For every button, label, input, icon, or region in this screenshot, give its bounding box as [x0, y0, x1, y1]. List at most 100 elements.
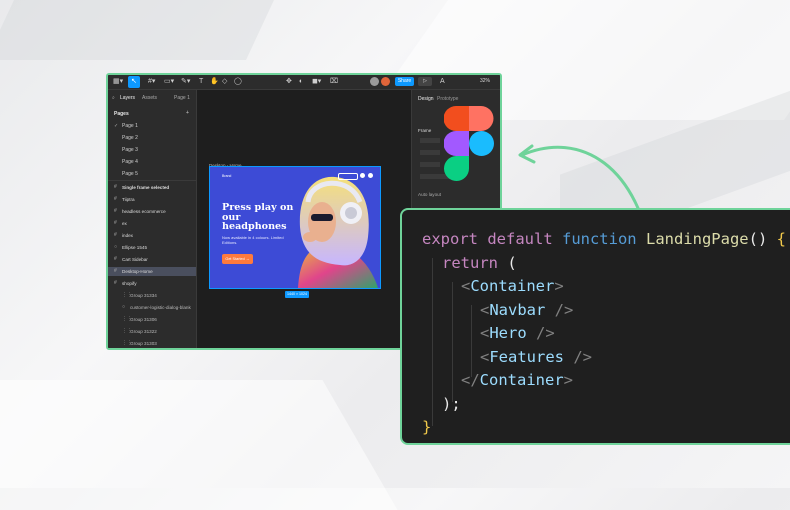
- indent-guide: [432, 258, 433, 426]
- code-line: }: [422, 418, 432, 436]
- layer-label: Tiiptra: [122, 197, 135, 202]
- code-editor: export default function LandingPage() { …: [400, 208, 790, 445]
- code-line: <Navbar />: [480, 301, 574, 319]
- hero-cta-button: Get Started →: [222, 254, 253, 264]
- page-item[interactable]: Page 5: [122, 171, 138, 177]
- hand-tool-icon[interactable]: ✋: [210, 78, 219, 86]
- tab-prototype[interactable]: Prototype: [437, 96, 458, 102]
- layer-item-selected[interactable]: # Desktop-Home: [108, 267, 196, 276]
- crop-icon[interactable]: ⌧: [330, 78, 338, 86]
- layer-item[interactable]: ⋮⋮ Group 31322: [108, 327, 196, 336]
- boolean-icon[interactable]: ◼▾: [312, 78, 321, 86]
- layer-item[interactable]: # Tiiptra: [108, 195, 196, 204]
- desktop-home-frame[interactable]: Brand Press play on our headphones Now a…: [209, 166, 381, 289]
- indent-guide: [471, 305, 472, 377]
- layer-item[interactable]: ○ Ellipse 1545: [108, 243, 196, 252]
- avatar[interactable]: [370, 77, 379, 86]
- layer-item[interactable]: ○ customer-logistic-dialog-blank: [108, 303, 196, 312]
- component-set-icon[interactable]: ✥: [286, 78, 292, 86]
- layer-item[interactable]: ⋮⋮ Group 31334: [108, 291, 196, 300]
- present-button[interactable]: ▷: [418, 77, 432, 86]
- frame-icon: #: [114, 256, 117, 262]
- frame-icon: #: [114, 280, 117, 286]
- layer-label: Group 31306: [130, 317, 157, 322]
- frame-icon: #: [114, 220, 117, 226]
- ellipse-icon: ○: [122, 304, 126, 310]
- code-line: </Container>: [461, 371, 574, 389]
- layer-label: Desktop-Home: [122, 269, 153, 274]
- bg-shard: [0, 0, 274, 60]
- pen-tool-icon[interactable]: ✎▾: [181, 78, 190, 86]
- pages-header: Pages: [114, 111, 129, 117]
- frame-icon: #: [114, 184, 117, 190]
- contrast-icon[interactable]: ◐: [299, 78, 303, 86]
- layer-label: headless ecommerce: [122, 209, 166, 214]
- x-field[interactable]: [420, 138, 440, 143]
- frame-tool-icon[interactable]: #▾: [148, 78, 155, 86]
- user-icon: [368, 173, 373, 178]
- layer-label: ex: [122, 221, 127, 226]
- layer-label: Group 31303: [130, 341, 157, 346]
- component-icon[interactable]: ◇: [222, 78, 227, 86]
- add-page-icon[interactable]: +: [186, 110, 189, 116]
- page-item[interactable]: Page 4: [122, 159, 138, 165]
- page-item[interactable]: Page 1: [122, 123, 138, 129]
- bg-shard: [0, 380, 398, 510]
- font-icon[interactable]: A: [440, 78, 445, 86]
- layer-item[interactable]: ⋮⋮ Group 31303: [108, 339, 196, 348]
- divider: [108, 180, 196, 181]
- zoom-level[interactable]: 32%: [480, 78, 490, 84]
- page-item[interactable]: Page 2: [122, 135, 138, 141]
- page-selector[interactable]: Page 1: [174, 95, 190, 101]
- layer-label: customer-logistic-dialog-blank: [130, 305, 191, 310]
- code-line: return (: [442, 254, 517, 272]
- layer-item[interactable]: ⋮⋮ Group 31306: [108, 315, 196, 324]
- layer-item[interactable]: # shopify: [108, 279, 196, 288]
- indent-guide: [452, 282, 453, 402]
- code-line: export default function LandingPage() {: [422, 230, 786, 248]
- hero-nav-button: [338, 173, 358, 180]
- layer-item[interactable]: # index: [108, 231, 196, 240]
- search-icon[interactable]: ⌕: [112, 95, 115, 101]
- w-field[interactable]: [420, 150, 440, 155]
- code-line: <Hero />: [480, 324, 555, 342]
- frame-icon: #: [114, 208, 117, 214]
- shape-tool-icon[interactable]: ▭▾: [164, 78, 174, 86]
- layer-item[interactable]: # Cart Sidebar: [108, 255, 196, 264]
- layer-label: index: [122, 233, 133, 238]
- avatar[interactable]: [381, 77, 390, 86]
- tab-design[interactable]: Design: [418, 96, 434, 102]
- layer-label: Cart Sidebar: [122, 257, 148, 262]
- figma-menu-icon[interactable]: ▦▾: [113, 78, 123, 86]
- cart-icon: [360, 173, 365, 178]
- hero-subtitle: Now available in 4 colours. Limited Edit…: [222, 235, 284, 245]
- comment-icon[interactable]: ◯: [234, 78, 242, 86]
- cursor-icon: ↖: [131, 78, 137, 85]
- layers-panel: ⌕ Layers Assets Page 1 Pages + ✓ Page 1 …: [108, 90, 197, 348]
- figma-logo-icon: [444, 106, 494, 181]
- text-tool-icon[interactable]: T: [199, 78, 203, 86]
- layer-item[interactable]: # Single frame selected: [108, 183, 196, 192]
- auto-layout-label: Auto layout: [418, 192, 441, 197]
- check-icon: ✓: [114, 123, 119, 129]
- play-icon: ▷: [423, 78, 427, 84]
- code-line: );: [442, 395, 461, 413]
- layer-label: Ellipse 1545: [122, 245, 148, 250]
- frame-section-label: Frame: [418, 128, 432, 133]
- tab-layers[interactable]: Layers: [120, 95, 135, 101]
- code-line: <Container>: [461, 277, 564, 295]
- hero-nav-brand: Brand: [222, 174, 232, 178]
- frame-icon: #: [114, 268, 117, 274]
- tab-assets[interactable]: Assets: [142, 95, 157, 101]
- code-line: <Features />: [480, 348, 592, 366]
- page-item[interactable]: Page 3: [122, 147, 138, 153]
- layer-item[interactable]: # ex: [108, 219, 196, 228]
- size-badge: 1440 × 1024: [285, 291, 309, 298]
- rotation-field[interactable]: [420, 162, 440, 167]
- layer-label: shopify: [122, 281, 137, 286]
- share-button[interactable]: Share: [395, 77, 414, 86]
- hero-title: Press play on our headphones: [222, 202, 294, 233]
- ellipse-icon: ○: [114, 244, 118, 250]
- layer-item[interactable]: # headless ecommerce: [108, 207, 196, 216]
- layer-label: Group 31322: [130, 329, 157, 334]
